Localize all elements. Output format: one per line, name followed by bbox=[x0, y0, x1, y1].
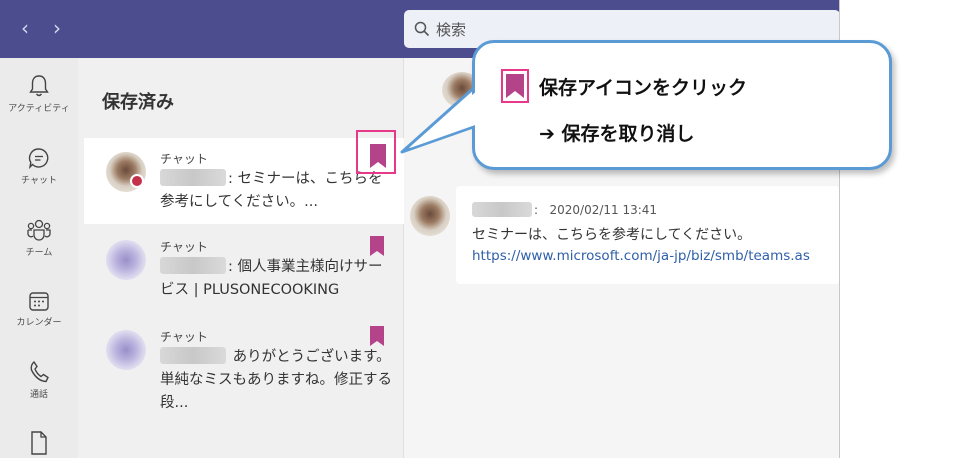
saved-item-type: チャット bbox=[160, 152, 208, 166]
back-arrow-icon[interactable]: ‹ bbox=[14, 16, 36, 40]
status-dot-icon bbox=[130, 174, 144, 188]
callout-line-1: 保存アイコンをクリック bbox=[501, 69, 747, 103]
blurred-sender-name bbox=[160, 347, 226, 364]
bell-icon bbox=[29, 75, 49, 97]
file-icon bbox=[31, 431, 47, 455]
avatar bbox=[106, 240, 146, 280]
rail-item-calls[interactable]: 通話 bbox=[0, 360, 78, 400]
message-timestamp: 2020/02/11 13:41 bbox=[549, 203, 658, 217]
blurred-sender-name bbox=[160, 257, 226, 274]
rail-item-calendar[interactable]: カレンダー bbox=[0, 290, 78, 328]
blurred-sender-name bbox=[160, 169, 226, 186]
calendar-icon bbox=[29, 292, 49, 311]
instruction-callout: 保存アイコンをクリック ➔ 保存を取り消し bbox=[472, 40, 892, 170]
rail-label-chat: チャット bbox=[21, 176, 57, 186]
teams-icon bbox=[27, 219, 51, 241]
rail-label-activity: アクティビティ bbox=[8, 104, 70, 114]
bookmark-icon[interactable] bbox=[370, 236, 384, 256]
forward-arrow-icon[interactable]: › bbox=[46, 16, 68, 40]
message-header: : 2020/02/11 13:41 bbox=[472, 202, 657, 217]
rail-label-teams: チーム bbox=[25, 248, 53, 258]
message-card[interactable]: : 2020/02/11 13:41 セミナーは、こちらを参考にしてください。 … bbox=[456, 186, 839, 284]
saved-item-type: チャット bbox=[160, 330, 208, 344]
rail-item-chat[interactable]: チャット bbox=[0, 146, 78, 186]
message-link[interactable]: https://www.microsoft.com/ja-jp/biz/smb/… bbox=[472, 248, 810, 264]
rail-item-files[interactable] bbox=[0, 430, 78, 458]
message-body: セミナーは、こちらを参考にしてください。 bbox=[472, 227, 752, 243]
rail-label-calls: 通話 bbox=[29, 390, 48, 400]
blurred-sender-name bbox=[472, 202, 532, 217]
saved-list-panel: 保存済み チャット : セミナーは、こちらを参考にしてください。... チャット… bbox=[78, 58, 404, 458]
search-icon bbox=[414, 21, 430, 37]
search-placeholder: 検索 bbox=[436, 20, 467, 39]
saved-item-preview: : 個人事業主様向けサービス | PLUSONECOOKING bbox=[160, 256, 392, 302]
callout-bookmark-icon bbox=[501, 69, 529, 103]
avatar bbox=[410, 196, 450, 236]
rail-item-teams[interactable]: チーム bbox=[0, 218, 78, 258]
chat-icon bbox=[28, 148, 49, 170]
saved-list-title: 保存済み bbox=[102, 92, 174, 113]
rail-item-activity[interactable]: アクティビティ bbox=[0, 74, 78, 114]
callout-text-1: 保存アイコンをクリック bbox=[539, 76, 748, 99]
bookmark-icon[interactable] bbox=[370, 326, 384, 346]
saved-item-preview: ありがとうございます。単純なミスもありますね。修正する段... bbox=[160, 346, 392, 415]
phone-icon bbox=[30, 360, 49, 383]
saved-item-preview: : セミナーは、こちらを参考にしてください。... bbox=[160, 168, 392, 214]
app-bar: アクティビティ チャット チーム カレンダー 通話 bbox=[0, 58, 78, 458]
highlight-box bbox=[356, 130, 396, 174]
callout-text-2: ➔ 保存を取り消し bbox=[539, 123, 695, 145]
avatar bbox=[106, 330, 146, 370]
saved-item-type: チャット bbox=[160, 240, 208, 254]
saved-item[interactable]: チャット : 個人事業主様向けサービス | PLUSONECOOKING bbox=[84, 226, 404, 312]
rail-label-calendar: カレンダー bbox=[16, 318, 62, 328]
saved-item[interactable]: チャット ありがとうございます。単純なミスもありますね。修正する段... bbox=[84, 316, 404, 411]
message-sender-colon: : bbox=[534, 203, 539, 217]
